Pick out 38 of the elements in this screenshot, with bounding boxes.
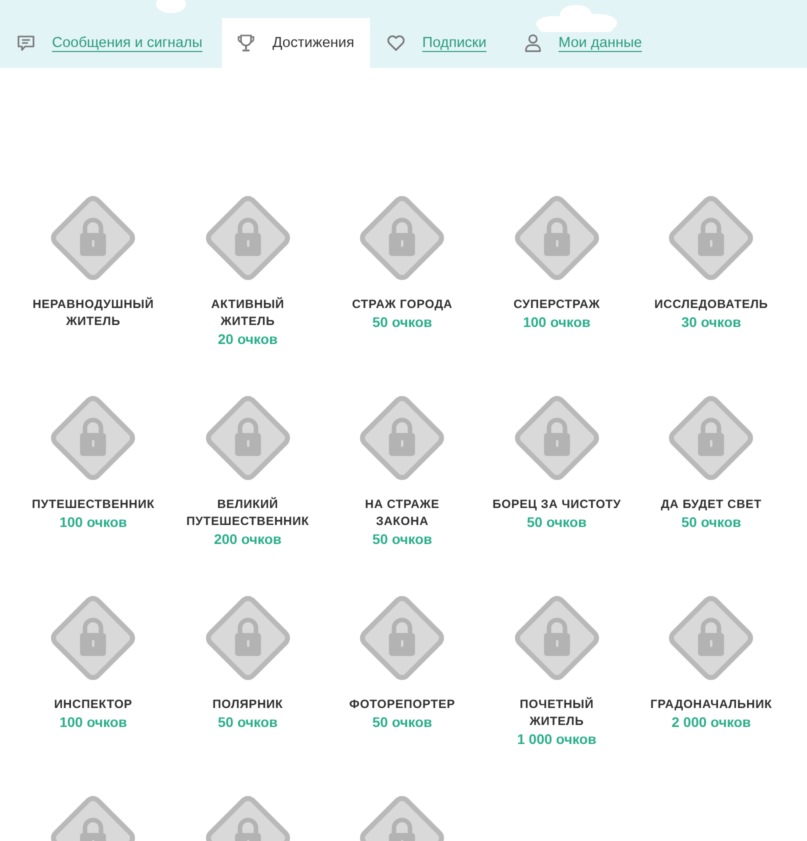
achievement-points: 50 очков <box>372 313 432 332</box>
achievement-points: 2 000 очков <box>672 713 751 732</box>
achievement-points: 30 очков <box>681 313 742 332</box>
tab[interactable]: Подписки <box>370 18 506 68</box>
achievement-title: НЕРАВНОДУШНЫЙ ЖИТЕЛЬ <box>32 296 154 330</box>
achievement-title: ИССЛЕДОВАТЕЛЬ <box>654 296 768 313</box>
tab[interactable]: Мои данные <box>506 18 662 68</box>
achievement-points: 20 очков <box>218 330 278 349</box>
achievement-title: ИНСПЕКТОР <box>54 696 132 713</box>
achievement-points: 50 очков <box>218 713 278 732</box>
achievement-points: 50 очков <box>372 713 432 732</box>
achievement-title: ПОЛЯРНИК <box>212 696 284 713</box>
achievement-title: СТРАЖ ГОРОДА <box>352 296 452 313</box>
achievement-points: 200 очков <box>214 530 282 549</box>
achievement-title: ДА БУДЕТ СВЕТ <box>660 496 762 513</box>
achievement-title: НА СТРАЖЕ ЗАКОНА <box>365 496 440 530</box>
heart-icon <box>386 33 406 53</box>
tab[interactable]: Сообщения и сигналы <box>0 18 222 68</box>
user-icon <box>522 33 542 53</box>
tab[interactable]: Достижения <box>222 18 370 68</box>
achievement-title: ГРАДОНАЧАЛЬНИК <box>650 696 772 713</box>
achievement-title: СУПЕРСТРАЖ <box>514 296 600 313</box>
achievement-points: 1 000 очков <box>517 730 596 749</box>
achievement-title: ВЕЛИКИЙ ПУТЕШЕСТВЕННИК <box>186 496 310 530</box>
trophy-icon <box>236 33 256 53</box>
achievement-title: ПУТЕШЕСТВЕННИК <box>32 496 155 513</box>
achievement-points: 100 очков <box>522 313 591 332</box>
achievement-points: 50 очков <box>681 513 742 532</box>
achievement-title: БОРЕЦ ЗА ЧИСТОТУ <box>492 496 622 513</box>
achievement-title: ПОЧЕТНЫЙ ЖИТЕЛЬ <box>520 696 594 730</box>
achievement-points: 50 очков <box>526 513 587 532</box>
chat-bubble-icon <box>16 33 36 53</box>
cloud-drawing <box>155 0 187 14</box>
achievement-title: АКТИВНЫЙ ЖИТЕЛЬ <box>211 296 284 330</box>
achievement-points: 50 очков <box>372 530 432 549</box>
achievement-points: 100 очков <box>59 513 128 532</box>
achievement-points: 100 очков <box>59 713 128 732</box>
achievement-title: ФОТОРЕПОРТЕР <box>349 696 456 713</box>
